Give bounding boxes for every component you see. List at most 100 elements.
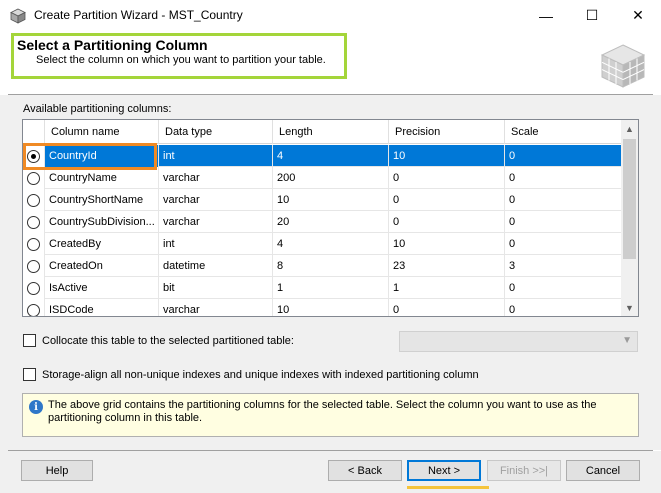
row-radio-cell[interactable] (23, 211, 45, 233)
chevron-down-icon: ▼ (622, 335, 632, 346)
table-row[interactable]: CountryName varchar 200 0 0 (23, 167, 622, 189)
radio-button[interactable] (27, 171, 40, 185)
row-radio-cell[interactable] (23, 233, 45, 255)
column-header-type[interactable]: Data type (159, 120, 273, 144)
cell-precision: 0 (389, 189, 505, 211)
wizard-header: Select a Partitioning Column Select the … (8, 31, 661, 94)
cell-scale: 0 (505, 145, 622, 167)
radio-button[interactable] (27, 237, 40, 251)
cell-scale: 0 (505, 189, 622, 211)
cell-precision: 0 (389, 211, 505, 233)
title-bar: Create Partition Wizard - MST_Country — … (0, 0, 661, 31)
storage-align-label: Storage-align all non-unique indexes and… (42, 368, 479, 381)
window-title: Create Partition Wizard - MST_Country (34, 8, 243, 22)
info-box: i The above grid contains the partitioni… (22, 393, 639, 437)
next-button-highlight (407, 486, 489, 489)
cell-column-name: IsActive (45, 277, 159, 299)
cell-column-name: CreatedBy (45, 233, 159, 255)
available-columns-label: Available partitioning columns: (23, 103, 172, 115)
cancel-button[interactable]: Cancel (566, 460, 640, 481)
collocate-option[interactable]: Collocate this table to the selected par… (23, 334, 294, 347)
column-header-name[interactable]: Column name (45, 120, 159, 144)
cell-scale: 0 (505, 211, 622, 233)
close-icon: ✕ (632, 7, 644, 23)
row-radio-cell[interactable] (23, 145, 45, 167)
cell-data-type: varchar (159, 211, 273, 233)
storage-align-option[interactable]: Storage-align all non-unique indexes and… (23, 368, 479, 381)
grid-header: Column name Data type Length Precision S… (23, 120, 622, 144)
table-row[interactable]: CreatedBy int 4 10 0 (23, 233, 622, 255)
grid-rows: CountryId int 4 10 0 CountryName varchar… (23, 145, 622, 316)
table-row[interactable]: CountryId int 4 10 0 (23, 145, 622, 167)
table-row[interactable]: IsActive bit 1 1 0 (23, 277, 622, 299)
left-edge (0, 95, 8, 493)
scroll-up-icon[interactable]: ▲ (621, 120, 638, 137)
storage-align-checkbox[interactable] (23, 368, 36, 381)
page-title: Select a Partitioning Column (17, 37, 208, 53)
cell-data-type: varchar (159, 189, 273, 211)
cell-precision: 23 (389, 255, 505, 277)
cell-scale: 3 (505, 255, 622, 277)
column-header-length[interactable]: Length (273, 120, 389, 144)
radio-button[interactable] (27, 281, 40, 295)
row-radio-cell[interactable] (23, 189, 45, 211)
page-subtitle: Select the column on which you want to p… (36, 54, 326, 66)
row-radio-cell[interactable] (23, 299, 45, 316)
grid-vertical-scrollbar[interactable]: ▲ ▼ (621, 120, 638, 316)
cell-column-name: CountryId (45, 145, 159, 167)
column-header-scale[interactable]: Scale (505, 120, 622, 144)
radio-button[interactable] (27, 215, 40, 229)
cell-data-type: varchar (159, 167, 273, 189)
row-radio-cell[interactable] (23, 277, 45, 299)
cell-length: 20 (273, 211, 389, 233)
cell-length: 10 (273, 189, 389, 211)
table-row[interactable]: CreatedOn datetime 8 23 3 (23, 255, 622, 277)
cell-scale: 0 (505, 167, 622, 189)
info-icon: i (29, 400, 43, 414)
radio-button[interactable] (27, 193, 40, 207)
maximize-icon: ☐ (585, 7, 599, 23)
cell-length: 200 (273, 167, 389, 189)
finish-button[interactable]: Finish >>| (487, 460, 561, 481)
cell-scale: 0 (505, 299, 622, 316)
cell-precision: 0 (389, 299, 505, 316)
cell-scale: 0 (505, 233, 622, 255)
cell-length: 10 (273, 299, 389, 316)
partition-cube-icon (600, 44, 646, 88)
table-row[interactable]: CountryShortName varchar 10 0 0 (23, 189, 622, 211)
cell-precision: 1 (389, 277, 505, 299)
cell-precision: 10 (389, 233, 505, 255)
collocate-checkbox[interactable] (23, 334, 36, 347)
cell-data-type: varchar (159, 299, 273, 316)
table-row[interactable]: CountrySubDivision... varchar 20 0 0 (23, 211, 622, 233)
next-button[interactable]: Next > (407, 460, 481, 481)
info-text: The above grid contains the partitioning… (48, 399, 597, 424)
cell-column-name: CountryName (45, 167, 159, 189)
help-button[interactable]: Help (21, 460, 93, 481)
table-row[interactable]: ISDCode varchar 10 0 0 (23, 299, 622, 316)
grid-header-select (23, 120, 45, 144)
scrollbar-thumb[interactable] (623, 139, 636, 259)
column-header-precision[interactable]: Precision (389, 120, 505, 144)
radio-button[interactable] (27, 259, 40, 273)
partition-columns-grid[interactable]: Column name Data type Length Precision S… (22, 119, 639, 317)
row-radio-cell[interactable] (23, 167, 45, 189)
cell-precision: 10 (389, 145, 505, 167)
cell-length: 4 (273, 145, 389, 167)
radio-button[interactable] (27, 149, 40, 163)
maximize-button[interactable]: ☐ (569, 0, 615, 31)
cell-scale: 0 (505, 277, 622, 299)
radio-button[interactable] (27, 303, 40, 316)
partitioned-table-dropdown[interactable]: ▼ (399, 331, 638, 352)
minimize-button[interactable]: — (523, 0, 569, 31)
cell-precision: 0 (389, 167, 505, 189)
cell-column-name: CreatedOn (45, 255, 159, 277)
scroll-down-icon[interactable]: ▼ (621, 299, 638, 316)
row-radio-cell[interactable] (23, 255, 45, 277)
cell-column-name: CountryShortName (45, 189, 159, 211)
cell-length: 8 (273, 255, 389, 277)
cell-data-type: int (159, 145, 273, 167)
cell-length: 1 (273, 277, 389, 299)
close-button[interactable]: ✕ (615, 0, 661, 31)
back-button[interactable]: < Back (328, 460, 402, 481)
